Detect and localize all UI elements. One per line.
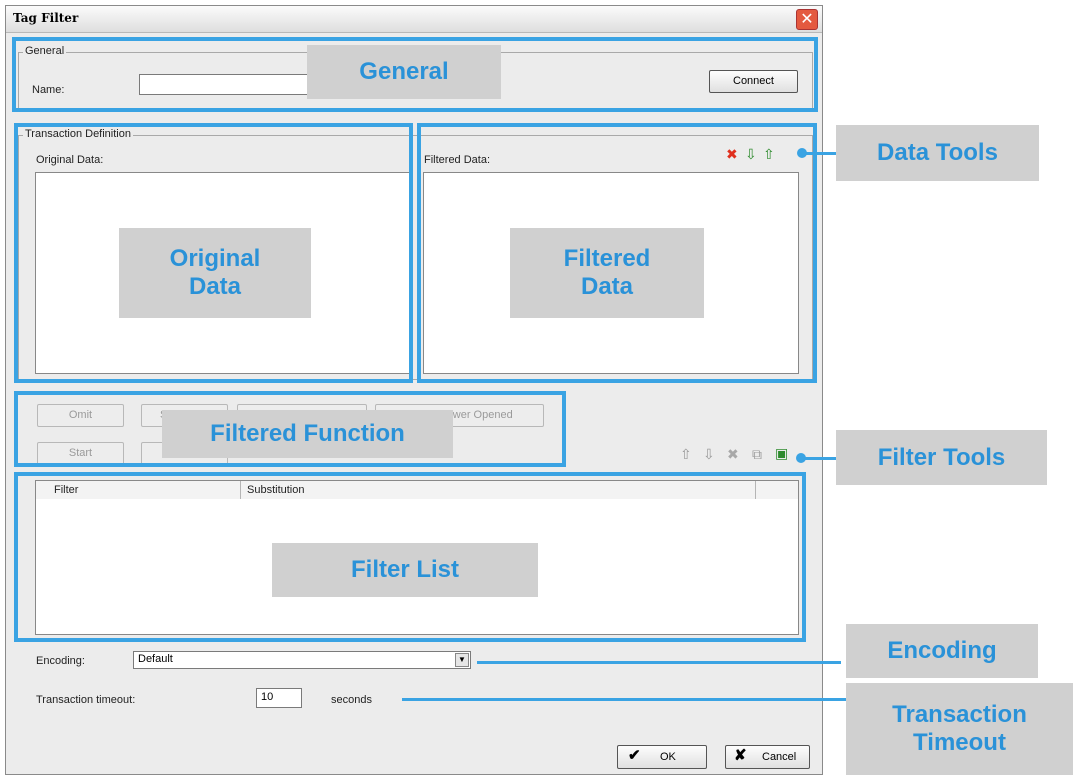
filter-tools-dot: [796, 453, 806, 463]
transaction-timeout-callout-text: Transaction Timeout: [892, 701, 1027, 756]
timeout-unit: seconds: [331, 694, 372, 706]
data-tools-dot: [797, 148, 807, 158]
move-down-icon[interactable]: ⇩: [703, 447, 715, 463]
window-title: Tag Filter: [13, 11, 79, 25]
cancel-button[interactable]: ✘ Cancel: [725, 745, 810, 769]
chevron-down-icon[interactable]: ▼: [455, 653, 469, 667]
title-bar: Tag Filter ✕: [6, 6, 822, 33]
encoding-value: Default: [138, 653, 173, 665]
original-data-callout-text: Original Data: [169, 245, 261, 300]
ok-button[interactable]: ✔ OK: [617, 745, 707, 769]
check-icon: ✔: [628, 747, 641, 764]
tag-filter-dialog: Tag Filter ✕ General Name: Connect Trans…: [5, 5, 823, 775]
filtered-function-callout: Filtered Function: [162, 410, 453, 458]
x-icon: ✘: [734, 747, 747, 764]
delete-icon[interactable]: ✖: [727, 447, 739, 463]
general-callout: General: [307, 45, 501, 99]
timeout-input[interactable]: 10: [256, 688, 302, 708]
timeout-connector: [402, 698, 846, 701]
timeout-label: Transaction timeout:: [36, 694, 136, 706]
data-tools-callout: Data Tools: [836, 125, 1039, 181]
move-up-icon[interactable]: ⇧: [680, 447, 692, 463]
encoding-label: Encoding:: [36, 655, 85, 667]
paste-icon[interactable]: ▣: [775, 446, 788, 462]
close-icon[interactable]: ✕: [796, 9, 818, 30]
transaction-timeout-callout: Transaction Timeout: [846, 683, 1073, 775]
cancel-label: Cancel: [762, 751, 797, 763]
copy-icon[interactable]: ⧉: [752, 447, 762, 463]
ok-label: OK: [660, 751, 676, 763]
encoding-select[interactable]: Default ▼: [133, 651, 471, 669]
original-data-callout: Original Data: [119, 228, 311, 318]
filtered-data-callout-text: Filtered Data: [563, 245, 651, 300]
encoding-connector: [477, 661, 841, 664]
filtered-data-callout: Filtered Data: [510, 228, 704, 318]
encoding-callout: Encoding: [846, 624, 1038, 678]
filter-list-callout: Filter List: [272, 543, 538, 597]
filter-tools-callout: Filter Tools: [836, 430, 1047, 485]
